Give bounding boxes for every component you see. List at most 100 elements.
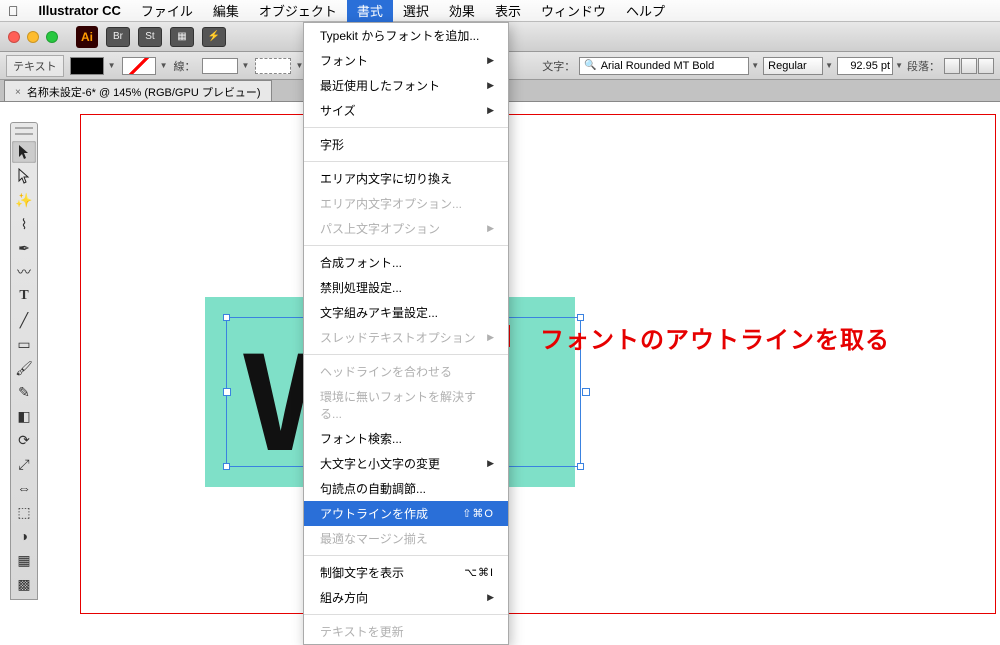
free-transform-tool[interactable]: ⬚ [12, 501, 36, 523]
submenu-arrow-icon: ▶ [487, 332, 494, 343]
maximize-window-button[interactable] [46, 31, 58, 43]
fill-swatch[interactable] [70, 57, 104, 75]
stroke-swatch[interactable] [122, 57, 156, 75]
window-controls [8, 31, 58, 43]
align-left-button[interactable] [944, 58, 960, 74]
resize-handle-nw[interactable] [223, 314, 230, 321]
font-size-input[interactable]: 92.95 pt [837, 57, 893, 75]
menu-item[interactable]: 字形 [304, 132, 508, 157]
menu-item-label: 環境に無いフォントを解決する... [320, 388, 494, 422]
paintbrush-tool[interactable]: 🖌 [12, 357, 36, 379]
font-dropdown-icon[interactable]: ▼ [751, 61, 759, 70]
lasso-tool[interactable]: ⌇ [12, 213, 36, 235]
menu-separator [304, 614, 508, 615]
menu-item-label: 制御文字を表示 [320, 564, 404, 581]
menubar-item-effect[interactable]: 効果 [439, 0, 485, 22]
menu-item[interactable]: フォント検索... [304, 426, 508, 451]
eraser-tool[interactable]: ◧ [12, 405, 36, 427]
font-family-input[interactable]: 🔍 Arial Rounded MT Bold [579, 57, 749, 75]
menubar-item-file[interactable]: ファイル [131, 0, 203, 22]
character-label[interactable]: 文字： [542, 58, 575, 74]
menu-separator [304, 354, 508, 355]
line-segment-tool[interactable]: ╱ [12, 309, 36, 331]
menu-item-label: 組み方向 [320, 589, 368, 606]
menu-separator [304, 161, 508, 162]
type-tool[interactable]: T [12, 285, 36, 307]
menu-item[interactable]: フォント ▶ [304, 48, 508, 73]
menubar-app-name[interactable]: Illustrator CC [29, 1, 131, 20]
menu-item-label: 大文字と小文字の変更 [320, 455, 440, 472]
minimize-window-button[interactable] [27, 31, 39, 43]
menu-item[interactable]: 大文字と小文字の変更▶ [304, 451, 508, 476]
close-window-button[interactable] [8, 31, 20, 43]
variable-width-profile[interactable] [255, 58, 291, 74]
submenu-arrow-icon: ▶ [487, 592, 494, 603]
gpu-preview-button[interactable]: ⚡ [202, 27, 226, 47]
scale-tool[interactable]: ⤢ [12, 453, 36, 475]
menu-item[interactable]: 禁則処理設定... [304, 275, 508, 300]
arrange-documents-button[interactable]: ▦ [170, 27, 194, 47]
menu-item[interactable]: 句読点の自動調節... [304, 476, 508, 501]
stroke-dropdown-icon[interactable]: ▼ [160, 61, 168, 70]
magic-wand-tool[interactable]: ✨ [12, 189, 36, 211]
menu-item[interactable]: アウトラインを作成⇧⌘O [304, 501, 508, 526]
font-family-value: Arial Rounded MT Bold [601, 60, 715, 72]
menu-item-label: ヘッドラインを合わせる [320, 363, 452, 380]
rectangle-tool[interactable]: ▭ [12, 333, 36, 355]
menubar-item-edit[interactable]: 編集 [203, 0, 249, 22]
menu-item[interactable]: 最近使用したフォント ▶ [304, 73, 508, 98]
font-style-select[interactable]: Regular [763, 57, 823, 75]
align-right-button[interactable] [978, 58, 994, 74]
selection-tool[interactable] [12, 141, 36, 163]
document-tab[interactable]: × 名称未設定-6* @ 145% (RGB/GPU プレビュー) [4, 80, 272, 101]
menu-item[interactable]: Typekit からフォントを追加... [304, 23, 508, 48]
type-dropdown-menu: Typekit からフォントを追加... フォント ▶ 最近使用したフォント ▶ サイズ▶… [303, 22, 509, 645]
menu-item[interactable]: 文字組みアキ量設定... [304, 300, 508, 325]
menu-item-label: フォント [320, 52, 368, 69]
menu-item: ヘッドラインを合わせる [304, 359, 508, 384]
resize-handle-se[interactable] [577, 463, 584, 470]
tool-name-label: テキスト [13, 58, 57, 74]
close-tab-icon[interactable]: × [15, 87, 21, 98]
menu-item[interactable]: エリア内文字に切り換え [304, 166, 508, 191]
submenu-arrow-icon: ▶ [487, 55, 494, 66]
fill-dropdown-icon[interactable]: ▼ [108, 61, 116, 70]
menu-item[interactable]: 合成フォント... [304, 250, 508, 275]
menu-item-label: エリア内文字に切り換え [320, 170, 452, 187]
menubar-item-select[interactable]: 選択 [393, 0, 439, 22]
menu-item[interactable]: 組み方向 ▶ [304, 585, 508, 610]
bridge-button[interactable]: Br [106, 27, 130, 47]
menu-item-label: パス上文字オプション [320, 220, 440, 237]
menu-item[interactable]: 制御文字を表示⌥⌘I [304, 560, 508, 585]
panel-grip-icon[interactable] [15, 127, 33, 135]
size-dropdown-icon[interactable]: ▼ [895, 61, 903, 70]
menubar-item-window[interactable]: ウィンドウ [531, 0, 616, 22]
width-tool[interactable]: ⇔ [12, 477, 36, 499]
paragraph-label[interactable]: 段落： [907, 58, 940, 74]
curvature-tool[interactable]: 〰 [12, 261, 36, 283]
stroke-weight-dropdown-icon[interactable]: ▼ [242, 61, 250, 70]
menu-item-label: 句読点の自動調節... [320, 480, 426, 497]
shape-builder-tool[interactable]: ◑ [12, 525, 36, 547]
rotate-tool[interactable]: ⟳ [12, 429, 36, 451]
annotation-text: フォントのアウトラインを取る [540, 320, 890, 355]
style-dropdown-icon[interactable]: ▼ [825, 61, 833, 70]
menu-item-label: 最近使用したフォント [320, 77, 440, 94]
direct-selection-tool[interactable] [12, 165, 36, 187]
menubar-item-view[interactable]: 表示 [485, 0, 531, 22]
align-center-button[interactable] [961, 58, 977, 74]
menu-item-label: アウトラインを作成 [320, 505, 428, 522]
menubar-item-object[interactable]: オブジェクト [249, 0, 347, 22]
stroke-weight-input[interactable] [202, 58, 238, 74]
resize-handle-sw[interactable] [223, 463, 230, 470]
menu-item-label: 禁則処理設定... [320, 279, 402, 296]
shaper-tool[interactable]: ✎ [12, 381, 36, 403]
menubar-item-type[interactable]: 書式 [347, 0, 393, 22]
pen-tool[interactable]: ✒ [12, 237, 36, 259]
perspective-grid-tool[interactable]: ▦ [12, 549, 36, 571]
menubar-item-help[interactable]: ヘルプ [616, 0, 675, 22]
menu-item[interactable]: サイズ▶ [304, 98, 508, 123]
mesh-tool[interactable]: ▩ [12, 573, 36, 595]
stock-button[interactable]: St [138, 27, 162, 47]
submenu-arrow-icon: ▶ [487, 80, 494, 91]
